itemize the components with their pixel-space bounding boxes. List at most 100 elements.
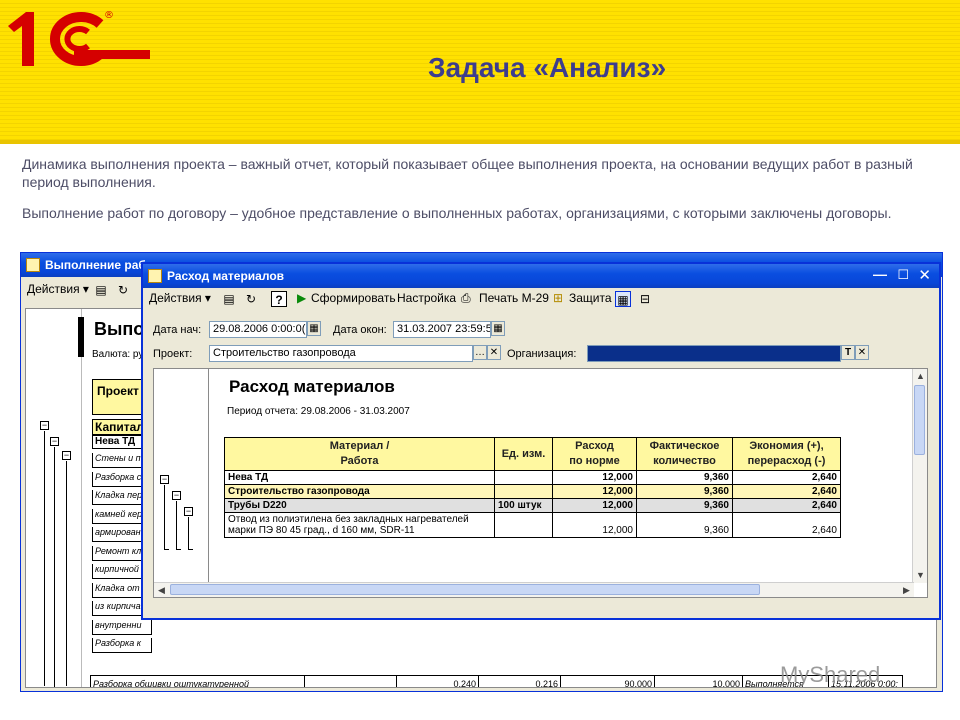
grid-view-icon[interactable]: ▦ bbox=[615, 291, 631, 307]
table-cell bbox=[494, 470, 553, 485]
registered-mark: ® bbox=[104, 10, 114, 21]
tree-collapse-icon[interactable]: − bbox=[172, 491, 181, 500]
table-cell bbox=[494, 484, 553, 499]
type-select-icon[interactable]: T bbox=[841, 345, 855, 360]
back-tree-gutter: − − − bbox=[32, 309, 82, 687]
table-cell bbox=[304, 675, 397, 687]
slide-title: Задача «Анализ» bbox=[428, 52, 667, 83]
table-cell: Строительство газопровода bbox=[224, 484, 495, 499]
play-icon: ▶ bbox=[297, 291, 307, 305]
table-cell: 2,640 bbox=[732, 484, 841, 499]
table-cell: Нева ТД bbox=[224, 470, 495, 485]
date-end-label: Дата окон: bbox=[333, 324, 387, 336]
clear-icon[interactable]: ✕ bbox=[855, 345, 869, 360]
back-actions-menu[interactable]: Действия ▾ bbox=[27, 282, 89, 296]
organization-field[interactable] bbox=[587, 345, 841, 362]
window-app-icon bbox=[26, 258, 40, 272]
maximize-icon[interactable]: ☐ bbox=[897, 267, 909, 283]
tree-collapse-icon[interactable]: − bbox=[184, 507, 193, 516]
clear-icon[interactable]: ✕ bbox=[487, 345, 501, 360]
table-cell: 0,216 bbox=[478, 675, 561, 687]
table-cell: Отвод из полиэтилена без закладных нагре… bbox=[224, 512, 495, 538]
column-header: Материал / Работа bbox=[224, 437, 495, 471]
tree-collapse-icon[interactable]: − bbox=[50, 437, 59, 446]
select-ellipsis-icon[interactable]: … bbox=[473, 345, 487, 360]
settings-button[interactable]: Настройка bbox=[397, 291, 456, 305]
tree-collapse-icon[interactable]: − bbox=[62, 451, 71, 460]
help-icon[interactable]: ? bbox=[271, 291, 287, 307]
front-actions-menu[interactable]: Действия ▾ bbox=[149, 291, 211, 305]
table-view-icon[interactable]: ⊟ bbox=[637, 291, 653, 307]
report-period: Период отчета: 29.08.2006 - 31.03.2007 bbox=[227, 406, 410, 417]
table-cell: 90,000 bbox=[560, 675, 655, 687]
tree-collapse-icon[interactable]: − bbox=[160, 475, 169, 484]
table-cell: 100 штук bbox=[494, 498, 553, 513]
refresh-icon[interactable]: ↻ bbox=[243, 291, 259, 307]
minimize-icon[interactable]: — bbox=[873, 266, 887, 282]
1c-logo: ® bbox=[8, 10, 150, 66]
scroll-thumb[interactable] bbox=[170, 584, 760, 595]
table-cell: 9,360 bbox=[636, 498, 733, 513]
table-cell: 2,640 bbox=[732, 498, 841, 513]
front-window-titlebar[interactable]: Расход материалов — ☐ ✕ bbox=[143, 264, 939, 288]
close-icon[interactable]: ✕ bbox=[918, 266, 931, 284]
back-currency-label: Валюта: ру bbox=[92, 349, 144, 360]
vertical-scrollbar[interactable]: ▲ ▼ bbox=[912, 369, 927, 583]
refresh-icon[interactable]: ↻ bbox=[115, 282, 131, 298]
calendar-icon[interactable]: ▦ bbox=[491, 321, 505, 336]
front-window-materials[interactable]: Расход материалов — ☐ ✕ Действия ▾ ▤ ↻ ?… bbox=[141, 262, 941, 620]
materials-table: Материал / Работа Ед. изм. Расход по норме… bbox=[224, 437, 841, 538]
scroll-right-icon[interactable]: ▶ bbox=[899, 583, 914, 597]
materials-report-area: − − − Расход материалов Период отчета: 2… bbox=[153, 368, 928, 598]
paragraph-dynamics: Динамика выполнения проекта – важный отч… bbox=[22, 156, 913, 190]
calendar-icon[interactable]: ▦ bbox=[307, 321, 321, 336]
paragraph-works: Выполнение работ по договору – удобное п… bbox=[22, 205, 892, 221]
column-header: Экономия (+), перерасход (-) bbox=[732, 437, 841, 471]
scroll-up-icon[interactable]: ▲ bbox=[913, 369, 927, 384]
table-cell: 2,640 bbox=[732, 512, 841, 538]
table-cell: 2,640 bbox=[732, 470, 841, 485]
banner-divider bbox=[0, 140, 960, 144]
table-cell: Трубы D220 bbox=[224, 498, 495, 513]
table-cell bbox=[494, 512, 553, 538]
print-m29-button[interactable]: Печать М-29 bbox=[479, 291, 549, 305]
table-row[interactable]: Нева ТД 12,000 9,360 2,640 bbox=[224, 470, 841, 485]
scroll-down-icon[interactable]: ▼ bbox=[913, 568, 927, 583]
project-label: Проект: bbox=[153, 348, 193, 360]
project-field[interactable]: Строительство газопровода bbox=[209, 345, 473, 362]
table-cell: 10,000 bbox=[654, 675, 743, 687]
table-cell: 12,000 bbox=[552, 484, 637, 499]
organization-label: Организация: bbox=[507, 348, 577, 360]
horizontal-scrollbar[interactable]: ◀ ▶ bbox=[154, 582, 914, 597]
report-tree-gutter: − − − bbox=[154, 369, 209, 597]
table-cell: 12,000 bbox=[552, 470, 637, 485]
back-title-marker bbox=[78, 317, 84, 357]
report-title: Расход материалов bbox=[229, 377, 395, 396]
list-item: внутренни bbox=[92, 619, 152, 635]
date-end-field[interactable]: 31.03.2007 23:59:5 bbox=[393, 321, 491, 338]
column-header: Расход по норме bbox=[552, 437, 637, 471]
column-header: Ед. изм. bbox=[494, 437, 553, 471]
column-header: Фактическое количество bbox=[636, 437, 733, 471]
copy-icon[interactable]: ▤ bbox=[221, 291, 237, 307]
tree-collapse-icon[interactable]: − bbox=[40, 421, 49, 430]
list-item: Разборка к bbox=[92, 638, 152, 653]
table-cell: 9,360 bbox=[636, 470, 733, 485]
table-cell: 9,360 bbox=[636, 484, 733, 499]
table-cell: 12,000 bbox=[552, 498, 637, 513]
table-cell: 0,240 bbox=[396, 675, 479, 687]
table-row[interactable]: Отвод из полиэтилена без закладных нагре… bbox=[224, 512, 841, 538]
table-row[interactable]: Строительство газопровода 12,000 9,360 2,64… bbox=[224, 484, 841, 499]
watermark: MyShared bbox=[780, 662, 881, 687]
copy-icon[interactable]: ▤ bbox=[93, 282, 109, 298]
scroll-left-icon[interactable]: ◀ bbox=[154, 583, 169, 597]
scroll-thumb[interactable] bbox=[914, 385, 925, 455]
table-row[interactable]: Трубы D220 100 штук 12,000 9,360 2,640 bbox=[224, 498, 841, 513]
front-window-title: Расход материалов bbox=[167, 269, 285, 283]
generate-button[interactable]: Сформировать bbox=[311, 291, 396, 305]
date-start-field[interactable]: 29.08.2006 0:00:0( bbox=[209, 321, 307, 338]
printer-icon: ⎙ bbox=[461, 291, 471, 305]
table-cell: 12,000 bbox=[552, 512, 637, 538]
front-toolbar: Действия ▾ ▤ ↻ ? ▶ Сформировать Настройк… bbox=[145, 288, 937, 310]
protect-button[interactable]: Защита bbox=[569, 291, 612, 305]
